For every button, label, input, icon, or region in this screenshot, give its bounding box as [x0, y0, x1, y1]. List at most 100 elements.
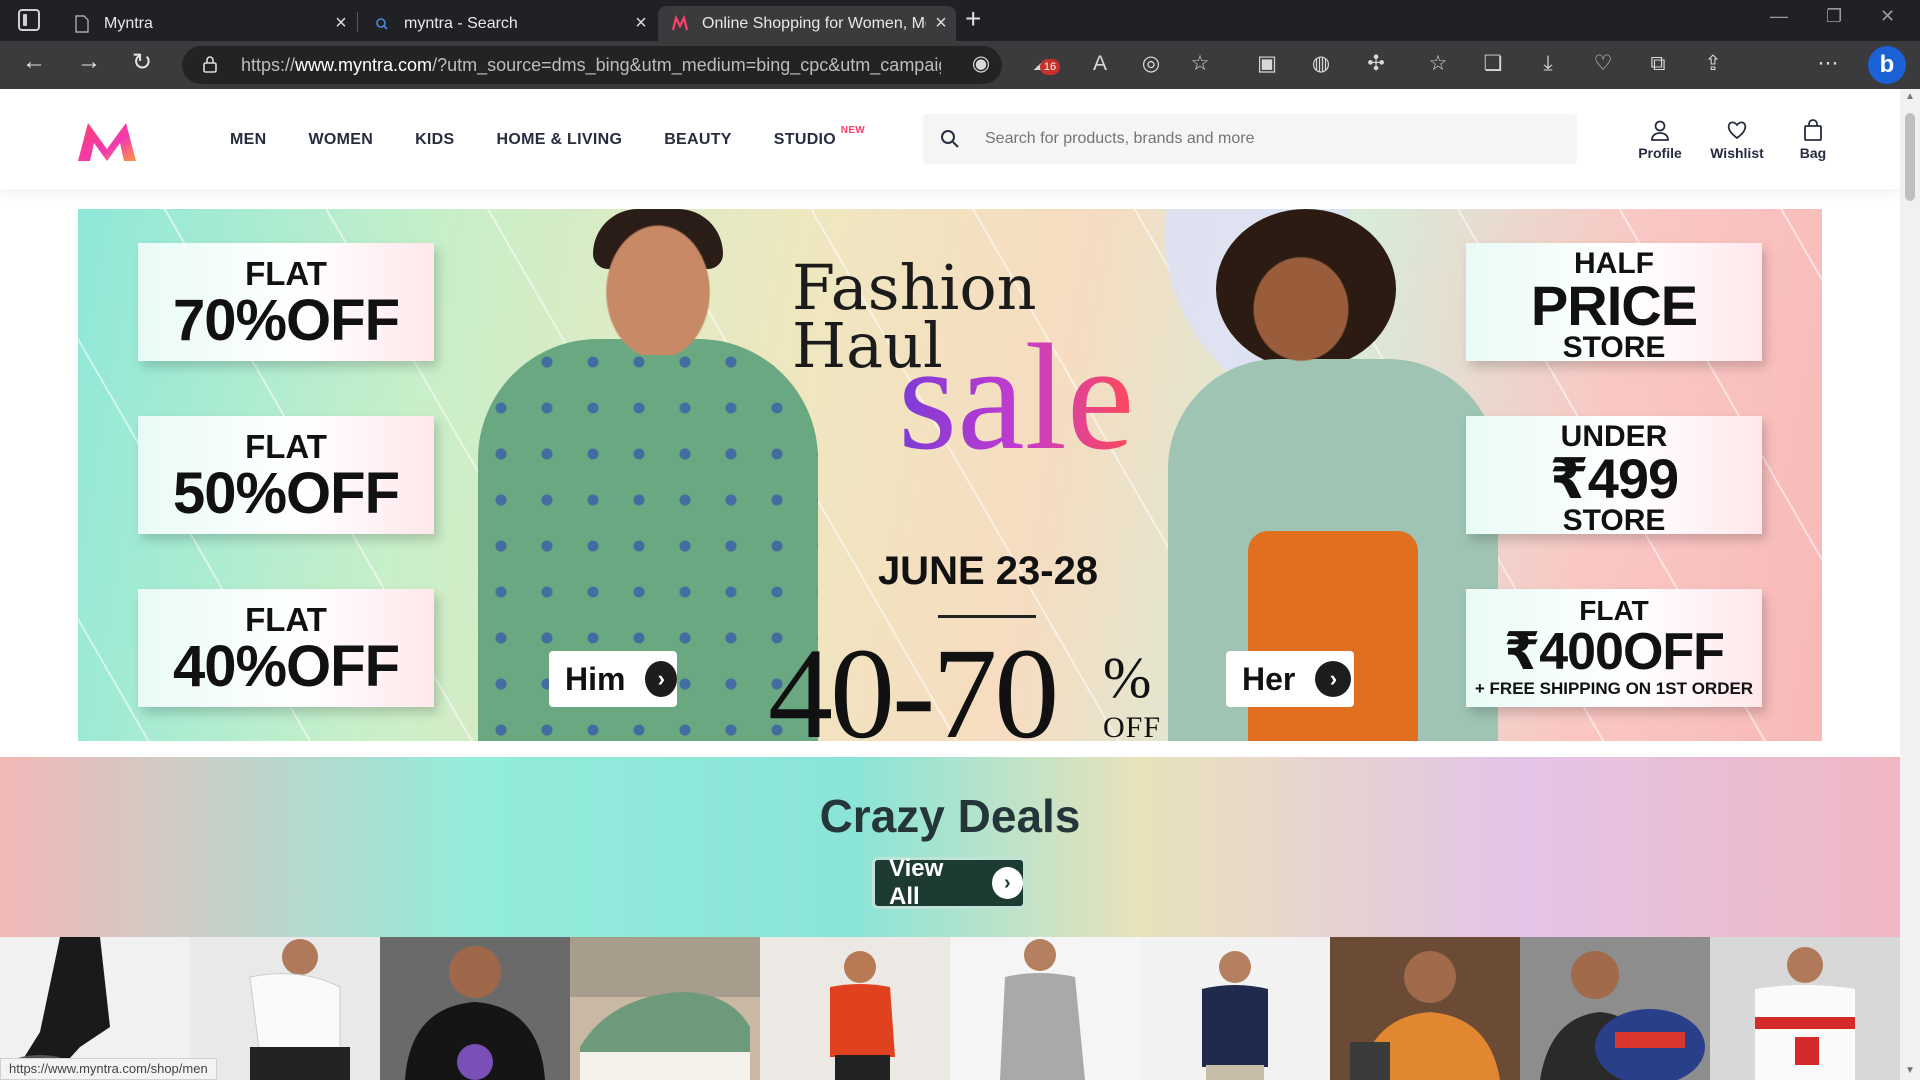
favorite-star-icon[interactable]: ☆ [1187, 51, 1213, 77]
new-tab-icon[interactable]: + [965, 3, 981, 35]
site-permission-icon[interactable]: ◉ [968, 51, 994, 77]
nav-men[interactable]: MEN [230, 131, 266, 149]
shop-her-button[interactable]: Her › [1226, 651, 1354, 707]
tab-title: myntra - Search [404, 14, 518, 32]
extension-badge: 16 [1040, 59, 1060, 75]
close-window-icon[interactable]: ✕ [1880, 6, 1895, 27]
tab-myntra[interactable]: Myntra × [60, 6, 356, 41]
close-icon[interactable]: × [326, 12, 356, 35]
scroll-up-icon[interactable]: ▲ [1905, 91, 1915, 102]
share-icon[interactable]: ⇪ [1700, 51, 1726, 77]
myntra-logo[interactable] [76, 119, 138, 163]
offer-flat-70[interactable]: FLAT 70%OFF [138, 243, 434, 361]
offer-label: STORE [1562, 504, 1666, 537]
profile-label: Profile [1638, 145, 1682, 161]
product-tile[interactable] [1140, 937, 1330, 1080]
scroll-down-icon[interactable]: ▼ [1905, 1065, 1915, 1076]
tab-actions-icon[interactable] [18, 9, 40, 31]
product-tile[interactable] [570, 937, 760, 1080]
read-aloud-icon[interactable]: A [1087, 51, 1113, 77]
view-all-label: View All [889, 855, 944, 910]
offer-flat-400-first-order[interactable]: FLAT ₹400OFF + FREE SHIPPING ON 1ST ORDE… [1466, 589, 1762, 707]
chevron-right-icon: › [645, 661, 677, 697]
bag-label: Bag [1799, 145, 1827, 161]
forward-icon[interactable]: → [77, 48, 101, 76]
link-status-bar: https://www.myntra.com/shop/men [0, 1058, 217, 1080]
fashion-haul-sale-banner[interactable]: FLAT 70%OFF FLAT 50%OFF FLAT 40%OFF Fash… [78, 209, 1822, 741]
outlook-icon[interactable]: ▣ [1254, 51, 1280, 77]
nav-studio[interactable]: STUDIO NEW [774, 125, 865, 149]
product-tile[interactable] [380, 937, 570, 1080]
shop-him-button[interactable]: Him › [549, 651, 677, 707]
offer-under-499-store[interactable]: UNDER ₹499 STORE [1466, 416, 1762, 537]
search-icon[interactable] [939, 128, 961, 150]
product-tile[interactable] [950, 937, 1140, 1080]
extensions-puzzle-icon[interactable]: ✣ [1363, 51, 1389, 77]
nav-beauty[interactable]: BEAUTY [664, 131, 732, 149]
user-icon [1651, 120, 1669, 141]
deal-products-strip [0, 937, 1900, 1080]
product-image [570, 937, 760, 1080]
tracking-icon[interactable]: ◎ [1138, 51, 1164, 77]
product-image [1202, 951, 1268, 1080]
address-bar[interactable]: https://www.myntra.com/?utm_source=dms_b… [182, 46, 1002, 84]
page-scrollbar[interactable]: ▲ ▼ [1900, 89, 1920, 1080]
main-nav: MEN WOMEN KIDS HOME & LIVING BEAUTY STUD… [230, 125, 865, 149]
product-image [830, 951, 895, 1080]
offer-note: + FREE SHIPPING ON 1ST ORDER [1474, 679, 1754, 698]
product-tile[interactable] [1520, 937, 1710, 1080]
sale-dates: JUNE 23-28 [877, 549, 1099, 593]
performance-icon[interactable]: ♡ [1590, 51, 1616, 77]
tab-divider [357, 12, 358, 32]
nav-kids[interactable]: KIDS [415, 131, 454, 149]
tab-myntra-home[interactable]: Online Shopping for Women, Me × [658, 6, 956, 41]
sale-headline: Fashion Haul sale JUNE 23-28 40-70 % OFF [768, 257, 1198, 742]
close-icon[interactable]: × [626, 12, 656, 35]
tab-myntra-search[interactable]: myntra - Search × [360, 6, 656, 41]
search-input[interactable] [985, 114, 1565, 164]
restore-icon[interactable]: ❐ [1826, 6, 1842, 27]
browser-toolbar: ← → ↻ https://www.myntra.com/?utm_source… [0, 41, 1920, 119]
search-icon [376, 17, 388, 30]
download-icon[interactable]: ⤓ [1535, 51, 1561, 77]
chevron-right-icon: › [1315, 661, 1352, 697]
browser-tab-bar: Myntra × myntra - Search × Online Shoppi… [0, 0, 1920, 41]
product-tile[interactable] [190, 937, 380, 1080]
refresh-icon[interactable]: ↻ [132, 48, 152, 77]
page-content: MEN WOMEN KIDS HOME & LIVING BEAUTY STUD… [0, 89, 1900, 1080]
offer-label: FLAT [245, 428, 327, 465]
offer-value: 50%OFF [172, 461, 400, 526]
offer-flat-40[interactable]: FLAT 40%OFF [138, 589, 434, 707]
offer-flat-50[interactable]: FLAT 50%OFF [138, 416, 434, 534]
offer-label: FLAT [245, 255, 327, 292]
product-image [1000, 939, 1085, 1080]
collections-icon[interactable]: ❏ [1480, 51, 1506, 77]
offer-half-price-store[interactable]: HALF PRICE STORE [1466, 243, 1762, 363]
close-icon[interactable]: × [926, 12, 956, 35]
nav-women[interactable]: WOMEN [308, 131, 373, 149]
heart-icon [1727, 121, 1747, 140]
favorites-icon[interactable]: ☆ [1425, 51, 1451, 77]
bag-button[interactable]: Bag [1778, 119, 1848, 161]
nav-home-living[interactable]: HOME & LIVING [497, 131, 623, 149]
more-options-icon[interactable]: ⋯ [1815, 51, 1841, 77]
profile-button[interactable]: Profile [1625, 119, 1695, 161]
scrollbar-thumb[interactable] [1905, 113, 1915, 201]
wishlist-button[interactable]: Wishlist [1702, 119, 1772, 161]
url-text: https://www.myntra.com/?utm_source=dms_b… [241, 55, 941, 75]
offer-value: 40%OFF [172, 634, 400, 699]
lock-icon [203, 56, 217, 73]
extension-globe-icon[interactable]: ◍ [1308, 51, 1334, 77]
back-icon[interactable]: ← [22, 48, 46, 76]
myntra-favicon-icon [672, 14, 688, 30]
bing-copilot-icon[interactable]: b [1868, 46, 1906, 84]
product-image [1540, 951, 1705, 1080]
product-tile[interactable] [760, 937, 950, 1080]
view-all-button[interactable]: View All › [872, 855, 1026, 910]
minimize-icon[interactable]: — [1770, 6, 1788, 27]
product-tile[interactable] [1330, 937, 1520, 1080]
product-tile[interactable] [1710, 937, 1900, 1080]
percent-symbol: % [1103, 645, 1152, 710]
screenshot-icon[interactable]: ⧉ [1645, 51, 1671, 77]
offer-value: ₹499 [1549, 447, 1679, 510]
